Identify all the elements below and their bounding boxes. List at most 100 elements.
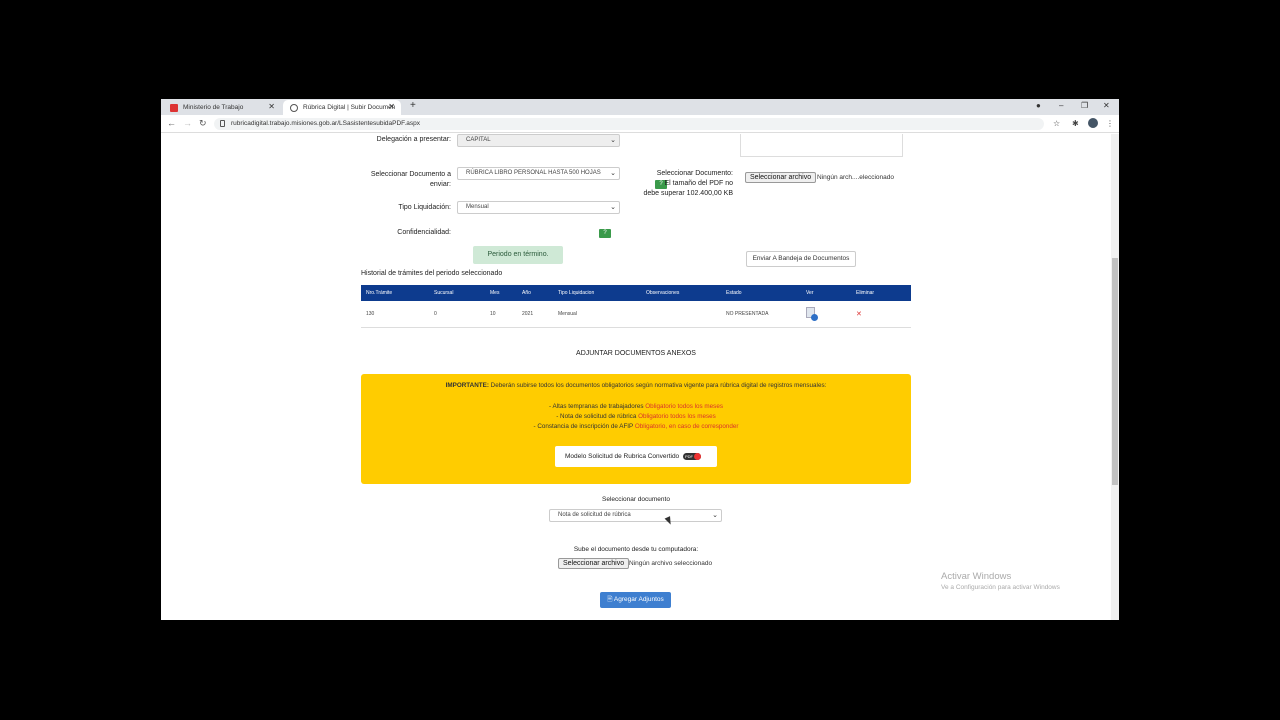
chevron-down-icon: ⌄: [712, 512, 718, 519]
sel-doc-label: Seleccionar Documento:: [656, 170, 733, 177]
doc-select[interactable]: RÚBRICA LIBRO PERSONAL HASTA 500 HOJAS ⌄: [457, 167, 620, 180]
requirement-text: - Altas tempranas de trabajadores: [549, 403, 646, 410]
important-bold: IMPORTANTE:: [445, 382, 489, 389]
anexo-doc-select[interactable]: Nota de solicitud de rúbrica ⌄: [549, 509, 722, 522]
close-window-icon[interactable]: ✕: [1103, 101, 1110, 110]
help-icon[interactable]: ?: [599, 229, 611, 238]
upload-label: Sube el documento desde tu computadora:: [573, 546, 699, 553]
url-text: rubricadigital.trabajo.misiones.gob.ar/L…: [231, 120, 420, 127]
watermark-line2: Ve a Configuración para activar Windows: [941, 584, 1060, 591]
requirement-note: Obligatorio todos los meses: [645, 403, 723, 410]
tab-label: Rúbrica Digital | Subir Documen: [303, 104, 396, 111]
pdf-icon: PDF: [683, 453, 701, 460]
scrollbar-thumb[interactable]: [1112, 258, 1118, 485]
watermark-line1: Activar Windows: [941, 571, 1012, 582]
periodo-badge: Periodo en término.: [473, 246, 563, 264]
requirement-note: Obligatorio, en caso de corresponder: [634, 423, 739, 430]
col-header: Mes: [485, 285, 517, 301]
requirement-text: - Constancia de inscripción de AFIP: [533, 423, 635, 430]
important-text: IMPORTANTE: Deberán subirse todos los do…: [361, 382, 911, 389]
modelo-solicitud-button[interactable]: Modelo Solicitud de Rubrica Convertido P…: [555, 446, 717, 467]
menu-icon[interactable]: ⋮: [1106, 119, 1114, 128]
doc-value: RÚBRICA LIBRO PERSONAL HASTA 500 HOJAS: [466, 170, 601, 176]
history-title: Historial de trámites del periodo selecc…: [361, 270, 503, 277]
size-note: El tamaño del PDF no debe superar 102.40…: [643, 180, 733, 197]
enviar-bandeja-button[interactable]: Enviar A Bandeja de Documentos: [746, 251, 856, 267]
requirement-text: - Nota de solicitud de rúbrica: [556, 413, 639, 420]
col-header: Año: [517, 285, 553, 301]
tab-ministerio[interactable]: Ministerio de Trabajo ✕: [163, 100, 281, 115]
delegacion-select[interactable]: CAPITAL ⌄: [457, 134, 620, 147]
restore-icon[interactable]: ❐: [1081, 101, 1088, 110]
url-field[interactable]: rubricadigital.trabajo.misiones.gob.ar/L…: [214, 118, 1044, 130]
new-tab-icon[interactable]: +: [410, 100, 416, 111]
cell-ver: [801, 301, 851, 328]
anexo-select-value: Nota de solicitud de rúbrica: [558, 512, 631, 518]
select-file-button[interactable]: Seleccionar archivo: [745, 172, 817, 183]
back-icon[interactable]: ←: [167, 118, 176, 128]
file-status: Ningún arch....eleccionado: [817, 174, 894, 181]
agregar-adjuntos-button[interactable]: 🗎 Agregar Adjuntos: [600, 592, 671, 608]
chevron-down-icon: ⌄: [610, 204, 616, 211]
address-bar: ← → ↻ rubricadigital.trabajo.misiones.go…: [161, 115, 1119, 133]
anexo-select-file-button[interactable]: Seleccionar archivo: [558, 558, 630, 569]
profile-avatar[interactable]: [1088, 118, 1098, 128]
chevron-down-icon: ⌄: [610, 137, 616, 144]
doc-label: Seleccionar Documento a enviar:: [370, 171, 451, 188]
tab-label: Ministerio de Trabajo: [183, 104, 244, 111]
top-right-box: [740, 134, 903, 157]
requirement-item: - Constancia de inscripción de AFIP Obli…: [361, 423, 911, 430]
col-header: Nro.Trámite: [361, 285, 429, 301]
tab-bar: Ministerio de Trabajo ✕ Rúbrica Digital …: [161, 99, 1119, 115]
history-table: Nro.Trámite Sucursal Mes Año Tipo Liquid…: [361, 285, 911, 328]
vertical-scrollbar[interactable]: [1111, 134, 1119, 620]
anexo-file-status: Ningún archivo seleccionado: [629, 560, 713, 567]
modelo-label: Modelo Solicitud de Rubrica Convertido: [565, 453, 680, 460]
tipo-value: Mensual: [466, 204, 489, 210]
important-notice: IMPORTANTE: Deberán subirse todos los do…: [361, 374, 911, 484]
col-header: Sucursal: [429, 285, 485, 301]
requirement-item: - Altas tempranas de trabajadores Obliga…: [361, 403, 911, 410]
page-content: Delegación a presentar: CAPITAL ⌄ Selecc…: [161, 134, 1111, 620]
star-icon[interactable]: ☆: [1053, 119, 1060, 128]
extensions-icon[interactable]: ✱: [1072, 119, 1079, 128]
important-body: Deberán subirse todos los documentos obl…: [488, 382, 827, 389]
anexos-title: ADJUNTAR DOCUMENTOS ANEXOS: [576, 350, 696, 357]
agregar-label: Agregar Adjuntos: [613, 596, 664, 603]
forward-icon[interactable]: →: [183, 118, 192, 128]
close-tab-icon[interactable]: ✕: [268, 102, 275, 111]
conf-label: Confidencialidad:: [397, 229, 451, 236]
requirement-item: - Nota de solicitud de rúbrica Obligator…: [361, 413, 911, 420]
close-tab-icon[interactable]: ✕: [388, 102, 395, 111]
cell-obs: [641, 301, 721, 328]
col-header: Observaciones: [641, 285, 721, 301]
col-header: Ver: [801, 285, 851, 301]
view-document-icon[interactable]: [806, 307, 818, 322]
requirement-note: Obligatorio todos los meses: [638, 413, 716, 420]
tipo-label: Tipo Liquidación:: [398, 204, 451, 211]
tab-rubrica[interactable]: Rúbrica Digital | Subir Documen ✕: [283, 100, 401, 115]
cell-eliminar: ✕: [851, 301, 911, 328]
select-doc-label: Seleccionar documento: [602, 496, 670, 503]
delegacion-label: Delegación a presentar:: [376, 136, 451, 143]
chevron-down-icon: ⌄: [610, 170, 616, 177]
ministerio-favicon-icon: [170, 103, 178, 112]
col-header: Tipo Liquidacion: [553, 285, 641, 301]
delegacion-value: CAPITAL: [466, 137, 491, 143]
windows-watermark: Activar Windows Ve a Configuración para …: [941, 571, 1060, 591]
cell-estado: NO PRESENTADA: [721, 301, 801, 328]
reload-icon[interactable]: ↻: [199, 118, 207, 129]
lock-icon: [220, 120, 225, 127]
delete-icon[interactable]: ✕: [856, 311, 862, 318]
browser-window: Ministerio de Trabajo ✕ Rúbrica Digital …: [161, 99, 1119, 620]
globe-icon: [290, 103, 298, 112]
tipo-select[interactable]: Mensual ⌄: [457, 201, 620, 214]
col-header: Eliminar: [851, 285, 911, 301]
cell-anio: 2021: [517, 301, 553, 328]
record-icon[interactable]: ●: [1036, 101, 1041, 110]
col-header: Estado: [721, 285, 801, 301]
table-row: 130 0 10 2021 Mensual NO PRESENTADA ✕: [361, 301, 911, 328]
cell-sucursal: 0: [429, 301, 485, 328]
minimize-icon[interactable]: –: [1059, 101, 1063, 110]
cell-tipo: Mensual: [553, 301, 641, 328]
